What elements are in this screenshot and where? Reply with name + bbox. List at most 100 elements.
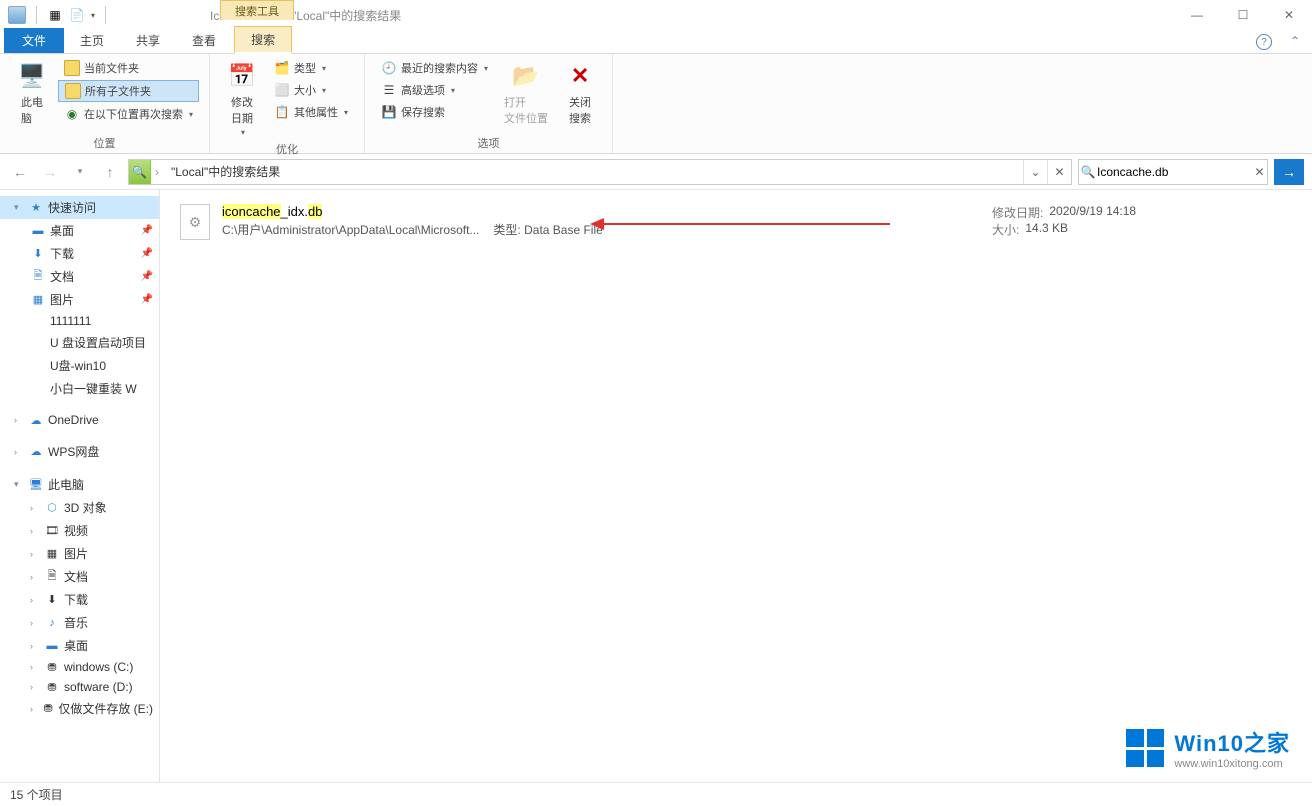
navigation-pane[interactable]: ▾★快速访问 ▬桌面📌 ⬇下载📌 🗎文档📌 ▦图片📌 1111111 U 盘设置… bbox=[0, 190, 160, 782]
clear-search-icon[interactable]: ✕ bbox=[1252, 165, 1267, 179]
sidebar-item-wps[interactable]: ›☁WPS网盘 bbox=[0, 440, 159, 463]
label: 桌面 bbox=[64, 637, 88, 654]
breadcrumb-sep: › bbox=[151, 165, 163, 179]
sidebar-item-desktop[interactable]: ▬桌面📌 bbox=[0, 219, 159, 242]
label: 下载 bbox=[50, 245, 74, 262]
new-folder-icon[interactable]: 📄 bbox=[69, 7, 85, 23]
search-box[interactable]: 🔍 ✕ bbox=[1078, 159, 1268, 185]
other-props-button[interactable]: 📋其他属性▾ bbox=[268, 102, 354, 122]
sidebar-item-documents[interactable]: ›🗎文档 bbox=[0, 565, 159, 588]
folder-icon bbox=[30, 336, 46, 350]
close-button[interactable]: ✕ bbox=[1266, 0, 1312, 30]
chevron-down-icon[interactable]: ▾ bbox=[14, 202, 24, 213]
cube-icon: ⬡ bbox=[44, 501, 60, 515]
chevron-down-icon: ▾ bbox=[241, 128, 245, 137]
stop-refresh-icon[interactable]: ✕ bbox=[1047, 160, 1071, 184]
type-button[interactable]: 🗂️类型▾ bbox=[268, 58, 354, 78]
chevron-right-icon[interactable]: › bbox=[14, 447, 24, 457]
sidebar-item-desktop[interactable]: ›▬桌面 bbox=[0, 634, 159, 657]
recent-searches-button[interactable]: 🕘最近的搜索内容▾ bbox=[375, 58, 494, 78]
chevron-right-icon[interactable]: › bbox=[14, 415, 24, 425]
tab-home[interactable]: 主页 bbox=[64, 28, 120, 53]
sidebar-item-folder[interactable]: U盘-win10 bbox=[0, 354, 159, 377]
sidebar-item-pictures[interactable]: ›▦图片 bbox=[0, 542, 159, 565]
ribbon-group-location: 🖥️ 此电 脑 当前文件夹 所有子文件夹 ◉在以下位置再次搜索▾ 位置 bbox=[0, 54, 210, 153]
label: 图片 bbox=[50, 291, 74, 308]
chevron-down-icon: ▾ bbox=[451, 86, 455, 95]
tab-file[interactable]: 文件 bbox=[4, 28, 64, 53]
quick-access-toolbar: ▦ 📄 ▾ bbox=[0, 6, 110, 24]
back-button[interactable]: ← bbox=[8, 160, 32, 184]
open-file-location-button[interactable]: 📂 打开 文件位置 bbox=[498, 58, 554, 128]
sidebar-item-drive-c[interactable]: ›⛃windows (C:) bbox=[0, 657, 159, 677]
desktop-icon: ▬ bbox=[30, 224, 46, 238]
tab-view[interactable]: 查看 bbox=[176, 28, 232, 53]
sidebar-item-pictures[interactable]: ▦图片📌 bbox=[0, 288, 159, 311]
group-label: 优化 bbox=[220, 139, 354, 157]
label: WPS网盘 bbox=[48, 443, 99, 460]
current-folder-button[interactable]: 当前文件夹 bbox=[58, 58, 199, 78]
chevron-down-icon: ▾ bbox=[189, 110, 193, 119]
properties-icon[interactable]: ▦ bbox=[47, 7, 63, 23]
tab-share[interactable]: 共享 bbox=[120, 28, 176, 53]
modify-date-button[interactable]: 📅 修改 日期▾ bbox=[220, 58, 264, 139]
windows-logo-icon bbox=[1126, 729, 1164, 767]
sidebar-item-onedrive[interactable]: ›☁OneDrive bbox=[0, 410, 159, 430]
globe-icon: ◉ bbox=[64, 106, 80, 122]
file-metadata: 修改日期:2020/9/19 14:18 大小:14.3 KB bbox=[992, 204, 1292, 238]
close-search-button[interactable]: ✕ 关闭 搜索 bbox=[558, 58, 602, 128]
body: ▾★快速访问 ▬桌面📌 ⬇下载📌 🗎文档📌 ▦图片📌 1111111 U 盘设置… bbox=[0, 190, 1312, 782]
sidebar-item-3d[interactable]: ›⬡3D 对象 bbox=[0, 496, 159, 519]
search-again-in-button[interactable]: ◉在以下位置再次搜索▾ bbox=[58, 104, 199, 124]
maximize-button[interactable]: ☐ bbox=[1220, 0, 1266, 30]
sidebar-item-this-pc[interactable]: ▾🖥此电脑 bbox=[0, 473, 159, 496]
sidebar-item-downloads[interactable]: ›⬇下载 bbox=[0, 588, 159, 611]
sidebar-item-quick-access[interactable]: ▾★快速访问 bbox=[0, 196, 159, 219]
go-button[interactable]: → bbox=[1274, 159, 1304, 185]
help-icon[interactable]: ? bbox=[1256, 34, 1272, 50]
this-pc-button[interactable]: 🖥️ 此电 脑 bbox=[10, 58, 54, 128]
sidebar-item-drive-d[interactable]: ›⛃software (D:) bbox=[0, 677, 159, 697]
sidebar-item-music[interactable]: ›♪音乐 bbox=[0, 611, 159, 634]
label: 音乐 bbox=[64, 614, 88, 631]
chevron-down-icon[interactable]: ▾ bbox=[14, 479, 24, 490]
recent-locations-icon[interactable]: ▾ bbox=[68, 160, 92, 184]
sidebar-item-downloads[interactable]: ⬇下载📌 bbox=[0, 242, 159, 265]
app-icon bbox=[8, 6, 26, 24]
minimize-button[interactable]: — bbox=[1174, 0, 1220, 30]
drive-icon: ⛃ bbox=[42, 702, 55, 716]
group-label: 位置 bbox=[10, 133, 199, 151]
forward-button[interactable]: → bbox=[38, 160, 62, 184]
date-value: 2020/9/19 14:18 bbox=[1049, 204, 1136, 221]
sidebar-item-drive-e[interactable]: ›⛃仅做文件存放 (E:) bbox=[0, 697, 159, 720]
folder-open-icon: 📂 bbox=[510, 60, 542, 92]
file-path: C:\用户\Administrator\AppData\Local\Micros… bbox=[222, 221, 479, 238]
all-subfolders-button[interactable]: 所有子文件夹 bbox=[58, 80, 199, 102]
search-input[interactable] bbox=[1097, 165, 1252, 179]
sidebar-item-documents[interactable]: 🗎文档📌 bbox=[0, 265, 159, 288]
address-bar[interactable]: 🔍 › "Local"中的搜索结果 ⌄ ✕ bbox=[128, 159, 1072, 185]
size-button[interactable]: ⬜大小▾ bbox=[268, 80, 354, 100]
label: 其他属性 bbox=[294, 104, 338, 120]
label: 此电脑 bbox=[48, 476, 84, 493]
label: 打开 文件位置 bbox=[504, 94, 548, 126]
up-button[interactable]: ↑ bbox=[98, 160, 122, 184]
watermark-title: Win10之家 bbox=[1174, 726, 1290, 758]
separator bbox=[105, 6, 106, 24]
results-pane[interactable]: ⚙ iconcache_idx.db C:\用户\Administrator\A… bbox=[160, 190, 1312, 782]
cloud-icon: ☁ bbox=[28, 413, 44, 427]
label: 高级选项 bbox=[401, 82, 445, 98]
address-dropdown-icon[interactable]: ⌄ bbox=[1023, 160, 1047, 184]
advanced-options-button[interactable]: ☰高级选项▾ bbox=[375, 80, 494, 100]
ribbon-group-options: 🕘最近的搜索内容▾ ☰高级选项▾ 💾保存搜索 📂 打开 文件位置 ✕ 关闭 搜索… bbox=[365, 54, 613, 153]
folder-icon bbox=[64, 60, 80, 76]
sidebar-item-folder[interactable]: 小白一键重装 W bbox=[0, 377, 159, 400]
sidebar-item-folder[interactable]: U 盘设置启动项目 bbox=[0, 331, 159, 354]
qat-dropdown-icon[interactable]: ▾ bbox=[91, 11, 95, 20]
label: 最近的搜索内容 bbox=[401, 60, 478, 76]
sidebar-item-folder[interactable]: 1111111 bbox=[0, 311, 159, 331]
sidebar-item-videos[interactable]: ›🎞视频 bbox=[0, 519, 159, 542]
collapse-ribbon-icon[interactable]: ⌃ bbox=[1290, 34, 1300, 48]
save-search-button[interactable]: 💾保存搜索 bbox=[375, 102, 494, 122]
tab-search[interactable]: 搜索 bbox=[234, 26, 292, 54]
